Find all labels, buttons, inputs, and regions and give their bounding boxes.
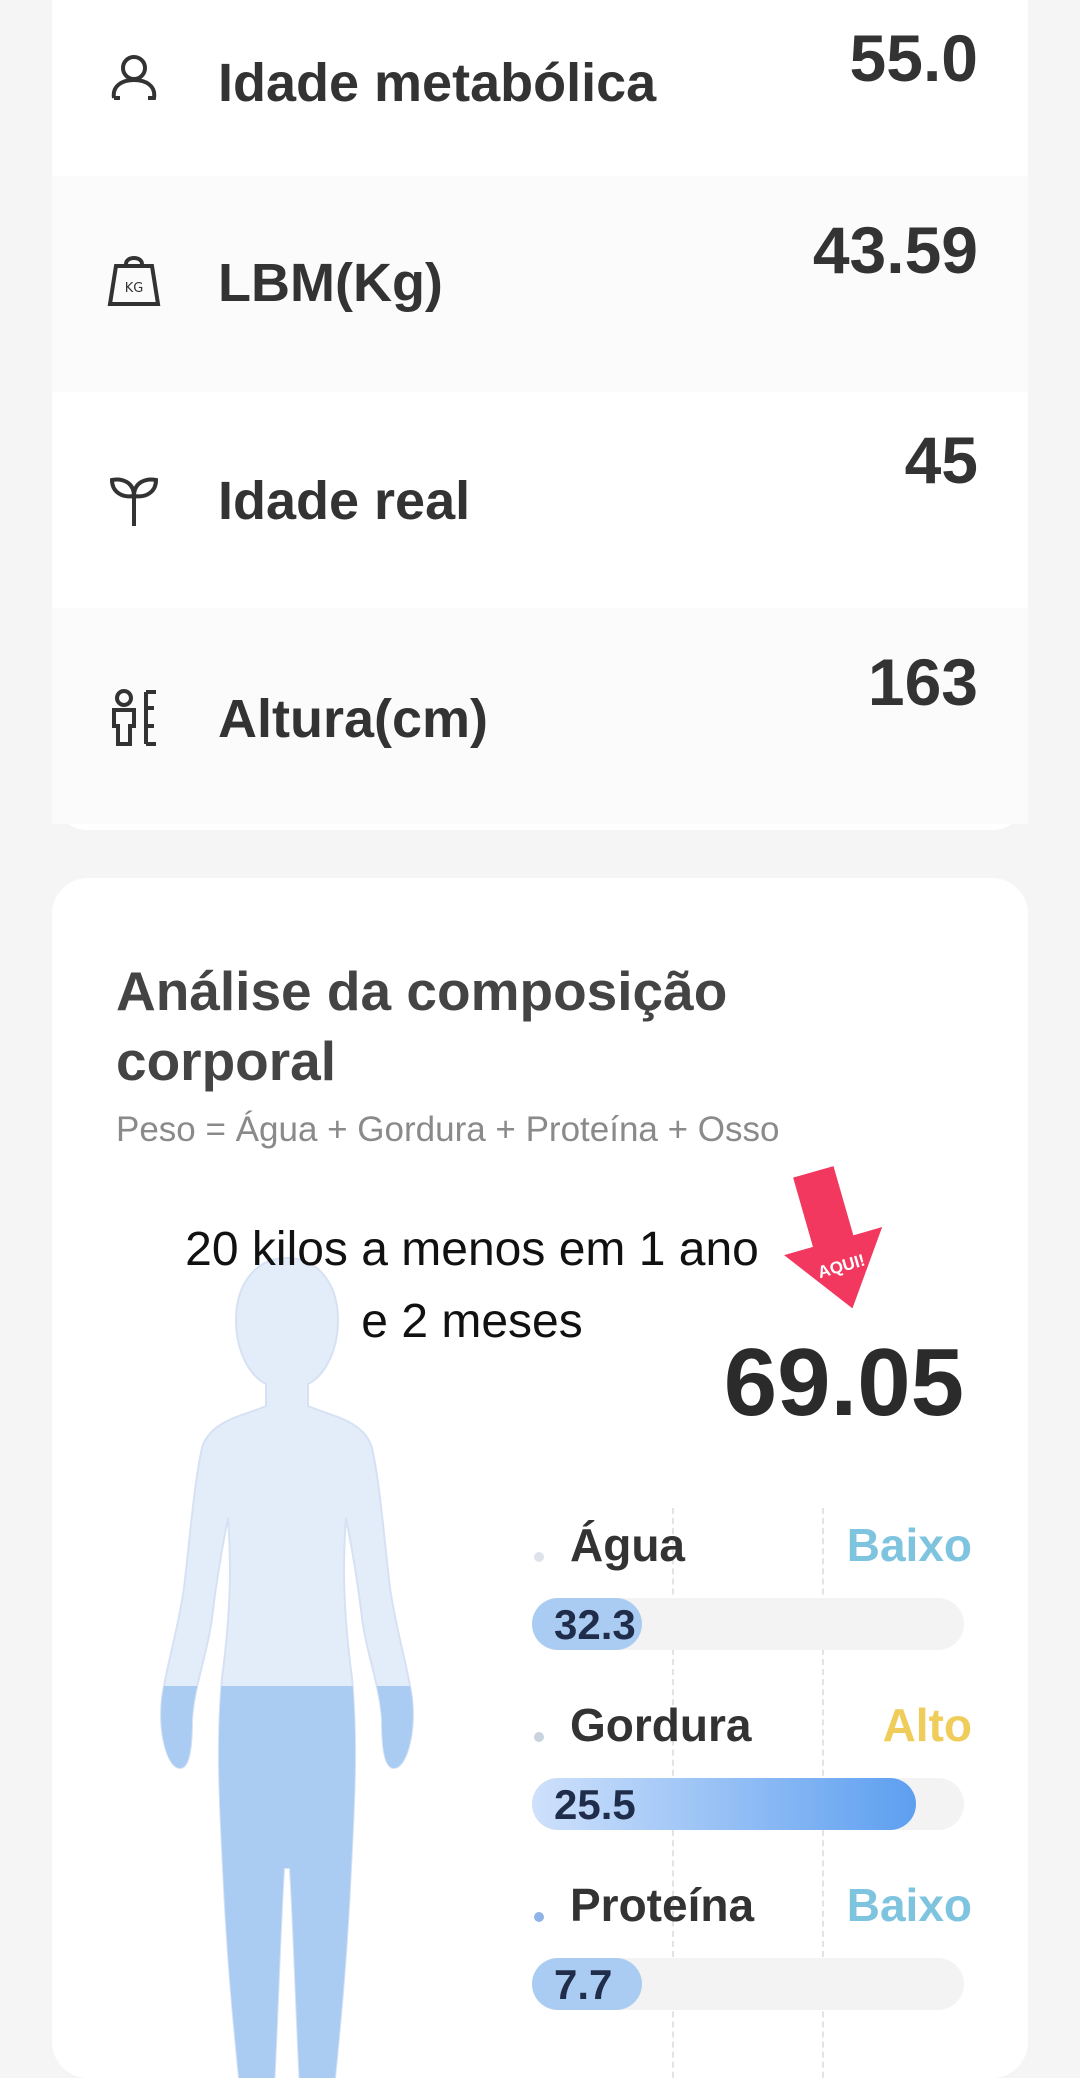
body-silhouette xyxy=(160,1257,414,2078)
component-value: 32.3 xyxy=(554,1601,636,1648)
pointer-arrow-icon: AQUI! xyxy=(784,1166,883,1309)
component-status: Alto xyxy=(882,1699,972,1751)
overlay-caption: 20 kilos a menos em 1 ano e 2 meses xyxy=(185,1223,759,1348)
bullet-dot xyxy=(534,1732,544,1742)
component-fat[interactable]: Gordura Alto 25.5 xyxy=(532,1698,972,1868)
kg-weight-icon: KG xyxy=(104,252,164,312)
metric-row-lbm[interactable]: KG LBM(Kg) 43.59 xyxy=(52,176,1028,392)
bullet-dot xyxy=(534,1912,544,1922)
body-metrics-card: Idade metabólica 55.0 KG LBM(Kg) 43.59 I… xyxy=(52,0,1028,830)
component-value: 25.5 xyxy=(554,1781,636,1828)
sprout-icon xyxy=(104,470,164,530)
metric-label: LBM(Kg) xyxy=(218,253,443,313)
metric-row-metabolic-age[interactable]: Idade metabólica 55.0 xyxy=(52,0,1028,176)
body-composition-card: Análise da composição corporal Peso = Ág… xyxy=(52,878,1028,2078)
component-status: Baixo xyxy=(846,1519,972,1571)
metric-value: 163 xyxy=(867,645,978,719)
svg-text:KG: KG xyxy=(125,281,144,296)
weight-formula: Peso = Água + Gordura + Proteína + Osso xyxy=(116,1110,780,1149)
metric-row-height[interactable]: Altura(cm) 163 xyxy=(52,608,1028,824)
height-ruler-icon xyxy=(104,688,164,748)
component-value: 7.7 xyxy=(554,1961,613,2008)
component-water[interactable]: Água Baixo 32.3 xyxy=(532,1518,972,1688)
metric-value: 43.59 xyxy=(812,213,978,287)
section-title: Análise da composição corporal xyxy=(116,960,728,1092)
metric-value: 45 xyxy=(904,423,978,497)
bullet-dot xyxy=(534,1552,544,1562)
component-protein[interactable]: Proteína Baixo 7.7 xyxy=(532,1878,972,2048)
metric-label: Idade metabólica xyxy=(218,53,657,113)
metric-row-real-age[interactable]: Idade real 45 xyxy=(52,392,1028,608)
component-name: Gordura xyxy=(570,1699,752,1751)
component-status: Baixo xyxy=(846,1879,972,1931)
person-outline-icon xyxy=(104,52,164,112)
component-name: Proteína xyxy=(570,1879,755,1931)
metric-value: 55.0 xyxy=(849,21,978,95)
component-name: Água xyxy=(570,1519,685,1571)
metric-label: Altura(cm) xyxy=(218,689,489,749)
metric-label: Idade real xyxy=(218,471,471,531)
